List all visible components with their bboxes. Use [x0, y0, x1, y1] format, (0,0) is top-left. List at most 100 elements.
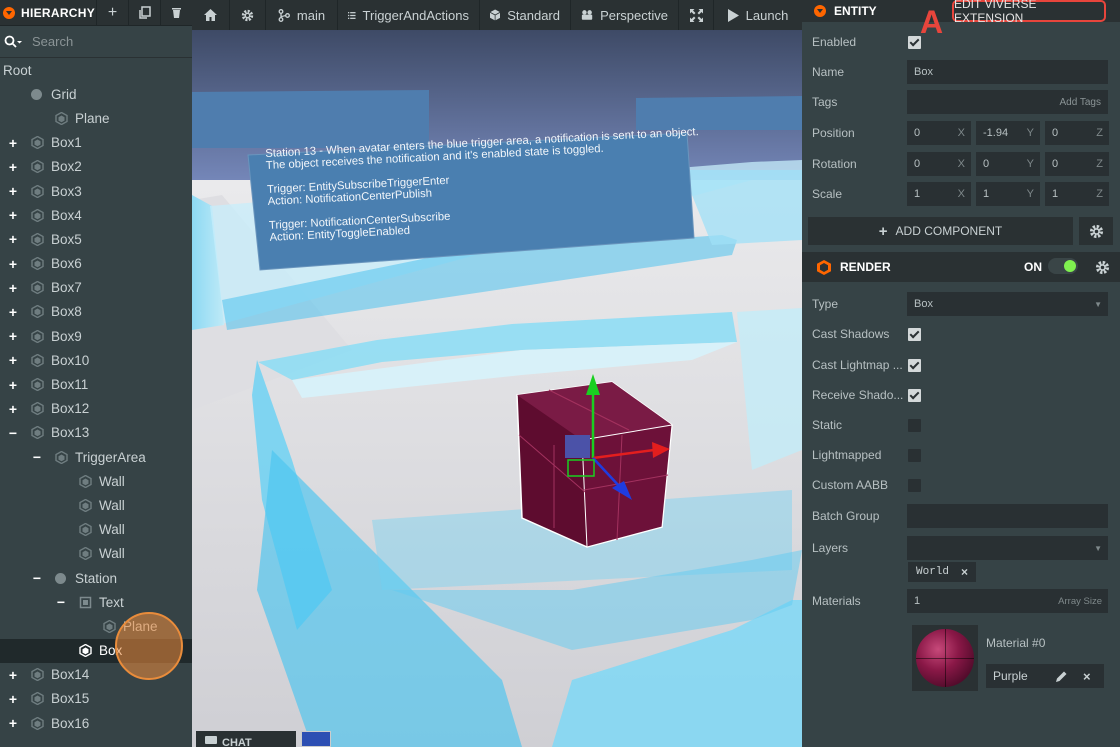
material-asset-field[interactable]: Purple ×	[986, 664, 1104, 688]
tree-item[interactable]: + Box3	[0, 179, 192, 203]
collapse-icon[interactable]	[3, 6, 15, 19]
expand-icon[interactable]: +	[6, 231, 20, 247]
home-button[interactable]	[192, 0, 230, 30]
tree-item[interactable]: Plane	[0, 106, 192, 130]
tree-item[interactable]: Plane	[0, 614, 192, 638]
materials-count-field[interactable]: 1 Array Size	[907, 589, 1108, 613]
tree-item[interactable]: − Station	[0, 566, 192, 590]
expand-icon[interactable]: +	[6, 183, 20, 199]
expand-icon[interactable]: +	[6, 135, 20, 151]
tree-item[interactable]: + Box5	[0, 227, 192, 251]
expand-icon[interactable]: +	[6, 401, 20, 417]
expand-icon[interactable]: +	[6, 280, 20, 296]
tree-item[interactable]: + Box6	[0, 252, 192, 276]
add-entity-button[interactable]: +	[96, 0, 128, 26]
render-toggle[interactable]	[1048, 258, 1078, 274]
position-z-field[interactable]: 0Z	[1045, 121, 1109, 145]
position-y-field[interactable]: -1.94 Y	[976, 121, 1040, 145]
tree-item[interactable]: − Text	[0, 590, 192, 614]
remove-material-icon[interactable]: ×	[1083, 669, 1091, 684]
collapse-icon[interactable]	[814, 5, 826, 17]
tree-item[interactable]: + Box15	[0, 687, 192, 711]
search-input[interactable]: Search	[32, 34, 73, 49]
expand-icon[interactable]: +	[6, 691, 20, 707]
name-field[interactable]: Box	[907, 60, 1108, 84]
scale-z-field[interactable]: 1Z	[1045, 182, 1109, 206]
tree-item[interactable]: Wall	[0, 493, 192, 517]
tags-field[interactable]: Add Tags	[907, 90, 1108, 114]
tree-item[interactable]: + Box10	[0, 348, 192, 372]
launch-button[interactable]: Launch	[714, 0, 802, 30]
tree-item[interactable]: Wall	[0, 542, 192, 566]
expand-icon[interactable]: +	[6, 715, 20, 731]
enabled-checkbox[interactable]	[908, 35, 921, 49]
chat-bar[interactable]: CHAT	[196, 731, 296, 747]
tree-item[interactable]: + Box16	[0, 711, 192, 735]
tree-item[interactable]: Wall	[0, 469, 192, 493]
scene-viewport[interactable]: Station 13 - When avatar enters the blue…	[192, 30, 802, 747]
expand-icon[interactable]: +	[6, 328, 20, 344]
batch-group-select[interactable]	[907, 504, 1108, 528]
scale-x-field[interactable]: 1X	[907, 182, 971, 206]
layers-select[interactable]: ▼	[907, 536, 1108, 560]
static-checkbox[interactable]	[908, 418, 921, 432]
tree-item[interactable]: + Box14	[0, 663, 192, 687]
tree-item[interactable]: + Box2	[0, 155, 192, 179]
tree-item[interactable]: + Box11	[0, 372, 192, 396]
cast-shadows-checkbox[interactable]	[908, 327, 921, 341]
tree-item[interactable]: Grid	[0, 82, 192, 106]
tree-item[interactable]: − TriggerArea	[0, 445, 192, 469]
expand-icon[interactable]: +	[6, 256, 20, 272]
type-select[interactable]: Box ▼	[907, 292, 1108, 316]
tree-item[interactable]: + Box8	[0, 300, 192, 324]
batch-group-row: Batch Group	[802, 501, 1120, 531]
expand-icon[interactable]: +	[6, 352, 20, 368]
edit-viverse-extension-button[interactable]: EDIT VIVERSE EXTENSION	[952, 0, 1106, 25]
tree-item[interactable]: + Box1	[0, 131, 192, 155]
tree-item[interactable]: Wall	[0, 518, 192, 542]
edit-icon[interactable]	[1056, 671, 1067, 682]
expand-icon[interactable]: +	[6, 667, 20, 683]
tree-item[interactable]: + Box4	[0, 203, 192, 227]
receive-shadows-checkbox[interactable]	[908, 388, 921, 402]
expand-icon[interactable]: +	[6, 377, 20, 393]
hierarchy-search[interactable]: Search	[0, 26, 192, 58]
scale-y-field[interactable]: 1Y	[976, 182, 1040, 206]
entity-cube-icon	[31, 716, 44, 730]
tree-item[interactable]: + Box9	[0, 324, 192, 348]
collapse-icon[interactable]: −	[30, 570, 44, 586]
rotation-y-field[interactable]: 0Y	[976, 152, 1040, 176]
scene-button[interactable]: TriggerAndActions	[338, 0, 480, 30]
expand-icon[interactable]: +	[6, 159, 20, 175]
material-mode-button[interactable]: Standard	[480, 0, 571, 30]
tree-item[interactable]: + Box12	[0, 397, 192, 421]
tree-item[interactable]: + Box7	[0, 276, 192, 300]
fullscreen-button[interactable]	[679, 0, 714, 30]
duplicate-button[interactable]	[128, 0, 160, 26]
branch-button[interactable]: main	[266, 0, 338, 30]
expand-icon[interactable]: +	[6, 304, 20, 320]
static-row: Static	[802, 410, 1120, 440]
delete-button[interactable]	[160, 0, 192, 26]
remove-layer-icon[interactable]: ×	[961, 565, 968, 579]
entity-settings-button[interactable]	[1079, 217, 1113, 245]
gear-icon[interactable]	[1095, 260, 1110, 275]
camera-button[interactable]: Perspective	[571, 0, 679, 30]
tree-root[interactable]: Root	[0, 58, 192, 82]
tree-item[interactable]: − Box13	[0, 421, 192, 445]
custom-aabb-checkbox[interactable]	[908, 478, 921, 492]
expand-icon[interactable]: +	[6, 207, 20, 223]
add-component-button[interactable]: + ADD COMPONENT	[808, 217, 1073, 245]
collapse-icon[interactable]: −	[54, 594, 68, 610]
avatar-thumbnail[interactable]	[301, 731, 331, 747]
position-x-field[interactable]: 0X	[907, 121, 971, 145]
lightmapped-checkbox[interactable]	[908, 448, 921, 462]
settings-button[interactable]	[230, 0, 266, 30]
collapse-icon[interactable]: −	[6, 425, 20, 441]
cast-lightmap-checkbox[interactable]	[908, 358, 921, 372]
rotation-x-field[interactable]: 0X	[907, 152, 971, 176]
tree-item[interactable]: Box	[0, 638, 192, 663]
material-preview[interactable]	[912, 625, 978, 691]
rotation-z-field[interactable]: 0Z	[1045, 152, 1109, 176]
collapse-icon[interactable]: −	[30, 449, 44, 465]
